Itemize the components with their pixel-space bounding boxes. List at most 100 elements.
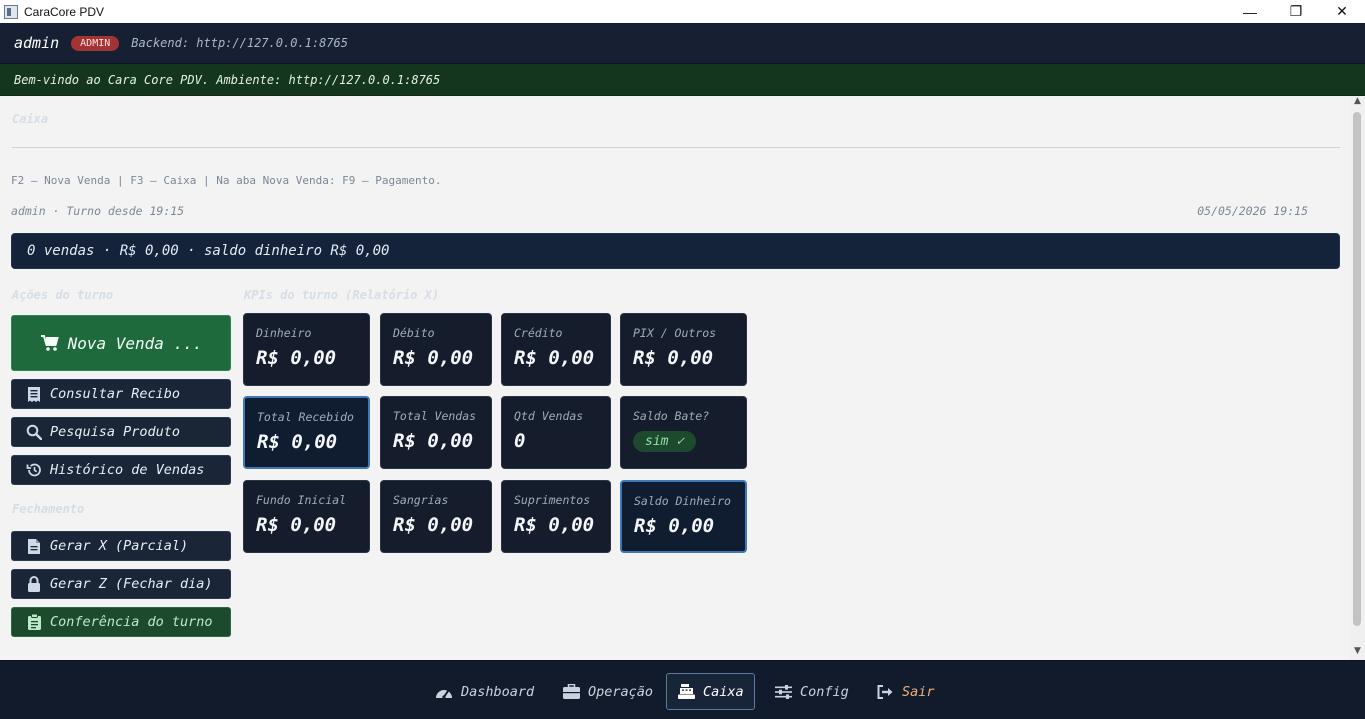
- briefcase-icon: [562, 684, 580, 700]
- nav-dashboard[interactable]: Dashboard: [425, 673, 544, 710]
- nav-config-label: Config: [800, 683, 849, 700]
- kpi-value: R$ 0,00: [256, 347, 337, 369]
- sign-out-icon: [876, 684, 894, 700]
- nav-operacao[interactable]: Operação: [552, 673, 663, 710]
- actions-section-label: Ações do turno: [12, 288, 114, 302]
- kpi-label: Total Vendas: [393, 409, 477, 423]
- shift-summary: 0 vendas · R$ 0,00 · saldo dinheiro R$ 0…: [11, 233, 1340, 269]
- file-icon: [26, 538, 42, 554]
- kpi-label: Dinheiro: [256, 326, 312, 340]
- nav-sair[interactable]: Sair: [866, 673, 945, 710]
- backend-url: Backend: http://127.0.0.1:8765: [131, 36, 349, 50]
- kpi-label: Crédito: [514, 326, 563, 340]
- window-controls: — ❐ ✕: [1227, 0, 1365, 23]
- cash-register-icon: [677, 684, 695, 700]
- historico-vendas-button[interactable]: Histórico de Vendas: [11, 455, 231, 485]
- gerar-z-label: Gerar Z (Fechar dia): [50, 576, 213, 592]
- nav-config[interactable]: Config: [764, 673, 859, 710]
- window-titlebar: CaraCore PDV — ❐ ✕: [0, 0, 1365, 23]
- shift-summary-text: 0 vendas · R$ 0,00 · saldo dinheiro R$ 0…: [27, 243, 390, 259]
- divider: [12, 147, 1340, 148]
- kpi-value: R$ 0,00: [393, 430, 474, 452]
- nova-venda-button[interactable]: Nova Venda ...: [11, 315, 231, 371]
- welcome-banner: Bem-vindo ao Cara Core PDV. Ambiente: ht…: [0, 64, 1365, 96]
- nova-venda-label: Nova Venda ...: [67, 333, 203, 353]
- pesquisa-produto-label: Pesquisa Produto: [50, 424, 181, 440]
- kpi-value: R$ 0,00: [634, 515, 715, 537]
- nav-dashboard-label: Dashboard: [461, 683, 535, 700]
- kpi-total-recebido: Total Recebido R$ 0,00: [243, 396, 370, 469]
- gerar-z-button[interactable]: Gerar Z (Fechar dia): [11, 569, 231, 599]
- closing-section-label: Fechamento: [12, 502, 85, 516]
- pesquisa-produto-button[interactable]: Pesquisa Produto: [11, 417, 231, 447]
- kpi-label: Total Recebido: [257, 410, 354, 424]
- nav-operacao-label: Operação: [588, 683, 654, 700]
- kpi-label: Qtd Vendas: [514, 409, 584, 423]
- kpi-qtd-vendas: Qtd Vendas 0: [501, 396, 611, 469]
- gauge-icon: [435, 684, 453, 700]
- maximize-button[interactable]: ❐: [1273, 0, 1319, 23]
- shortcut-hint: F2 — Nova Venda | F3 — Caixa | Na aba No…: [11, 174, 442, 187]
- kpi-value: 0: [514, 430, 526, 452]
- nav-caixa[interactable]: Caixa: [666, 673, 755, 710]
- shift-info: admin · Turno desde 19:15: [11, 204, 185, 218]
- kpi-value: R$ 0,00: [257, 431, 338, 453]
- app-icon: [4, 4, 18, 19]
- search-icon: [26, 424, 42, 440]
- gerar-x-button[interactable]: Gerar X (Parcial): [11, 531, 231, 561]
- kpi-value: R$ 0,00: [514, 514, 595, 536]
- scroll-down-icon[interactable]: ▼: [1350, 646, 1365, 660]
- kpi-label: Sangrias: [393, 493, 449, 507]
- kpi-label: Suprimentos: [514, 493, 591, 507]
- current-datetime: 05/05/2026 19:15: [1197, 204, 1308, 218]
- kpi-saldo-bate: Saldo Bate? sim ✓: [620, 396, 747, 469]
- kpi-fundo-inicial: Fundo Inicial R$ 0,00: [243, 480, 370, 553]
- kpi-label: Fundo Inicial: [256, 493, 347, 507]
- kpi-label: Débito: [393, 326, 435, 340]
- kpi-credito: Crédito R$ 0,00: [501, 313, 611, 386]
- conferencia-turno-label: Conferência do turno: [50, 614, 213, 630]
- receipt-icon: [26, 386, 42, 402]
- close-button[interactable]: ✕: [1319, 0, 1365, 23]
- consultar-recibo-button[interactable]: Consultar Recibo: [11, 379, 231, 409]
- kpi-label: PIX / Outros: [633, 326, 717, 340]
- nav-caixa-label: Caixa: [703, 683, 744, 700]
- page-title: Caixa: [12, 112, 49, 126]
- kpi-value: R$ 0,00: [256, 514, 337, 536]
- kpi-value: R$ 0,00: [393, 514, 474, 536]
- kpi-debito: Débito R$ 0,00: [380, 313, 492, 386]
- kpi-label: Saldo Dinheiro: [634, 494, 731, 508]
- app-header: admin ADMIN Backend: http://127.0.0.1:87…: [0, 23, 1365, 64]
- scroll-up-icon[interactable]: ▲: [1350, 96, 1365, 110]
- saldo-bate-badge: sim ✓: [633, 431, 697, 452]
- nav-sair-label: Sair: [902, 683, 935, 700]
- window-title: CaraCore PDV: [24, 4, 105, 19]
- history-icon: [26, 462, 42, 478]
- kpi-value: R$ 0,00: [393, 347, 474, 369]
- kpi-saldo-dinheiro: Saldo Dinheiro R$ 0,00: [620, 480, 747, 553]
- consultar-recibo-label: Consultar Recibo: [50, 386, 181, 402]
- sliders-icon: [774, 684, 792, 700]
- bottom-navigation: Dashboard Operação Caixa Config Sair: [0, 660, 1365, 719]
- kpi-value: R$ 0,00: [514, 347, 595, 369]
- kpi-total-vendas: Total Vendas R$ 0,00: [380, 396, 492, 469]
- lock-icon: [26, 576, 42, 592]
- kpi-label: Saldo Bate?: [633, 409, 710, 423]
- kpi-dinheiro: Dinheiro R$ 0,00: [243, 313, 370, 386]
- kpi-sangrias: Sangrias R$ 0,00: [380, 480, 492, 553]
- kpi-suprimentos: Suprimentos R$ 0,00: [501, 480, 611, 553]
- scrollbar-thumb[interactable]: [1353, 112, 1361, 626]
- kpi-pix: PIX / Outros R$ 0,00: [620, 313, 747, 386]
- vertical-scrollbar[interactable]: ▲ ▼: [1350, 96, 1365, 660]
- minimize-button[interactable]: —: [1227, 0, 1273, 23]
- cart-icon: [40, 334, 60, 352]
- role-badge: ADMIN: [71, 35, 120, 51]
- clipboard-icon: [26, 614, 42, 630]
- kpi-value: R$ 0,00: [633, 347, 714, 369]
- kpis-section-label: KPIs do turno (Relatório X): [244, 288, 440, 302]
- current-user: admin: [14, 34, 60, 52]
- historico-vendas-label: Histórico de Vendas: [50, 462, 205, 478]
- conferencia-turno-button[interactable]: Conferência do turno: [11, 607, 231, 637]
- main-content: Caixa F2 — Nova Venda | F3 — Caixa | Na …: [1, 96, 1350, 660]
- gerar-x-label: Gerar X (Parcial): [50, 538, 189, 554]
